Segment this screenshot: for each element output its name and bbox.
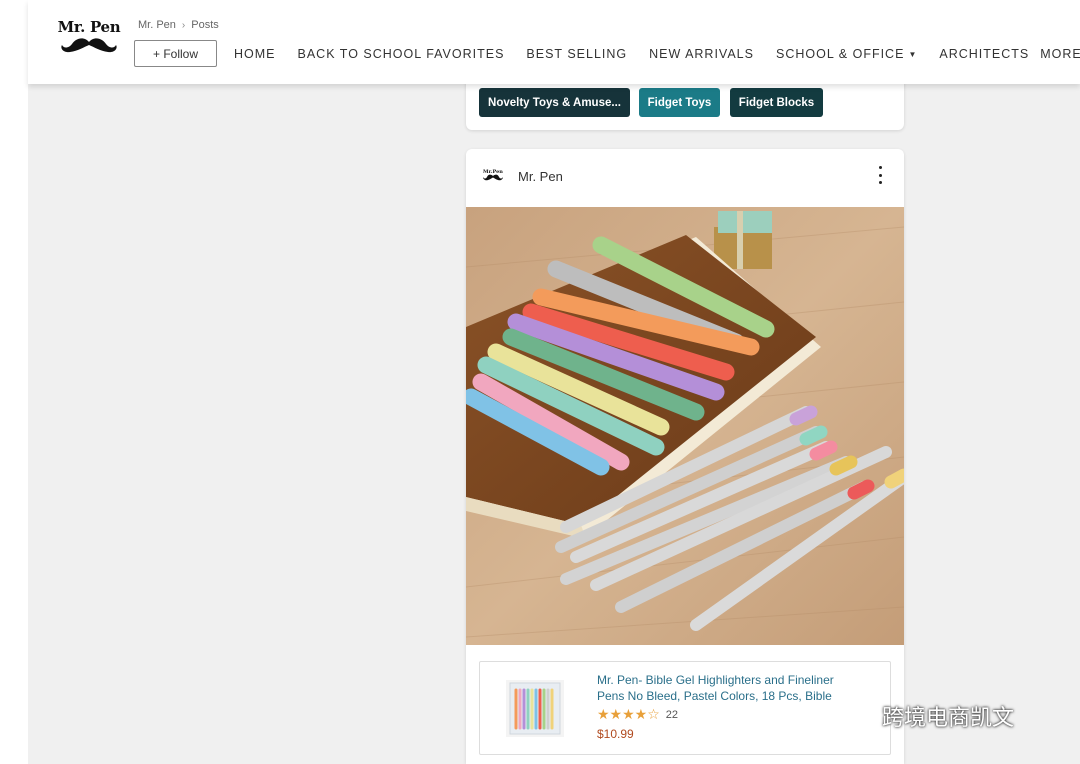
nav-architects[interactable]: ARCHITECTS — [939, 47, 1029, 61]
nav-best-selling-label: BEST SELLING — [526, 47, 628, 61]
post-image[interactable] — [466, 207, 904, 645]
brand-logo[interactable]: Mr. Pen — [56, 18, 122, 58]
avatar-text: Mr.Pen — [483, 169, 503, 175]
product-title[interactable]: Mr. Pen- Bible Gel Highlighters and Fine… — [597, 672, 853, 704]
review-count[interactable]: 22 — [666, 709, 678, 721]
tag-fidget-blocks[interactable]: Fidget Blocks — [730, 88, 823, 117]
nav-architects-label: ARCHITECTS — [939, 47, 1030, 61]
watermark: 跨境电商凯文 — [836, 700, 1014, 732]
mustache-icon — [483, 174, 503, 181]
product-price: $10.99 — [597, 727, 634, 741]
mustache-icon — [61, 38, 117, 53]
chevron-right-icon: › — [181, 19, 186, 31]
logo-text: Mr. Pen — [57, 18, 121, 36]
nav-more[interactable]: MORE▼ — [1040, 47, 1080, 61]
nav-school-office-label: SCHOOL & OFFICE — [775, 47, 905, 61]
nav-school-office[interactable]: SCHOOL & OFFICE ▼ — [776, 47, 917, 61]
nav-best-selling[interactable]: BEST SELLING — [526, 47, 627, 61]
more-options-icon[interactable] — [876, 166, 884, 184]
nav-new-arrivals[interactable]: NEW ARRIVALS — [649, 47, 754, 61]
left-gutter — [0, 84, 28, 764]
follow-button[interactable]: + Follow — [134, 40, 217, 67]
post-author[interactable]: Mr. Pen — [518, 169, 563, 184]
author-avatar[interactable]: Mr.Pen — [482, 167, 504, 183]
product-rating: ★★★★☆ 22 — [597, 706, 678, 723]
product-thumbnail[interactable] — [506, 680, 564, 737]
nav-back-to-school-label: BACK TO SCHOOL FAVORITES — [297, 47, 505, 61]
nav-new-arrivals-label: NEW ARRIVALS — [649, 47, 754, 61]
post-card: Mr.Pen Mr. Pen Mr. Pen- Bible Gel Highli… — [466, 149, 904, 764]
store-nav: HOME BACK TO SCHOOL FAVORITES BEST SELLI… — [234, 47, 1080, 61]
nav-home[interactable]: HOME — [234, 47, 276, 61]
nav-back-to-school[interactable]: BACK TO SCHOOL FAVORITES — [298, 47, 505, 61]
breadcrumb-store[interactable]: Mr. Pen — [138, 19, 176, 31]
star-rating-icon: ★★★★☆ — [597, 706, 660, 722]
product-card[interactable]: Mr. Pen- Bible Gel Highlighters and Fine… — [479, 661, 891, 755]
wechat-icon — [837, 702, 875, 729]
tag-novelty-toys[interactable]: Novelty Toys & Amuse... — [479, 88, 630, 117]
nav-more-label: MORE — [1040, 47, 1080, 61]
caret-down-icon: ▼ — [908, 49, 918, 59]
breadcrumb: Mr. Pen › Posts — [138, 19, 219, 31]
store-header: Mr. Pen Mr. Pen › Posts + Follow HOME BA… — [28, 0, 1080, 84]
watermark-text: 跨境电商凯文 — [882, 706, 1015, 731]
breadcrumb-current: Posts — [191, 19, 219, 31]
nav-home-label: HOME — [234, 47, 276, 61]
tag-fidget-toys[interactable]: Fidget Toys — [639, 88, 720, 117]
